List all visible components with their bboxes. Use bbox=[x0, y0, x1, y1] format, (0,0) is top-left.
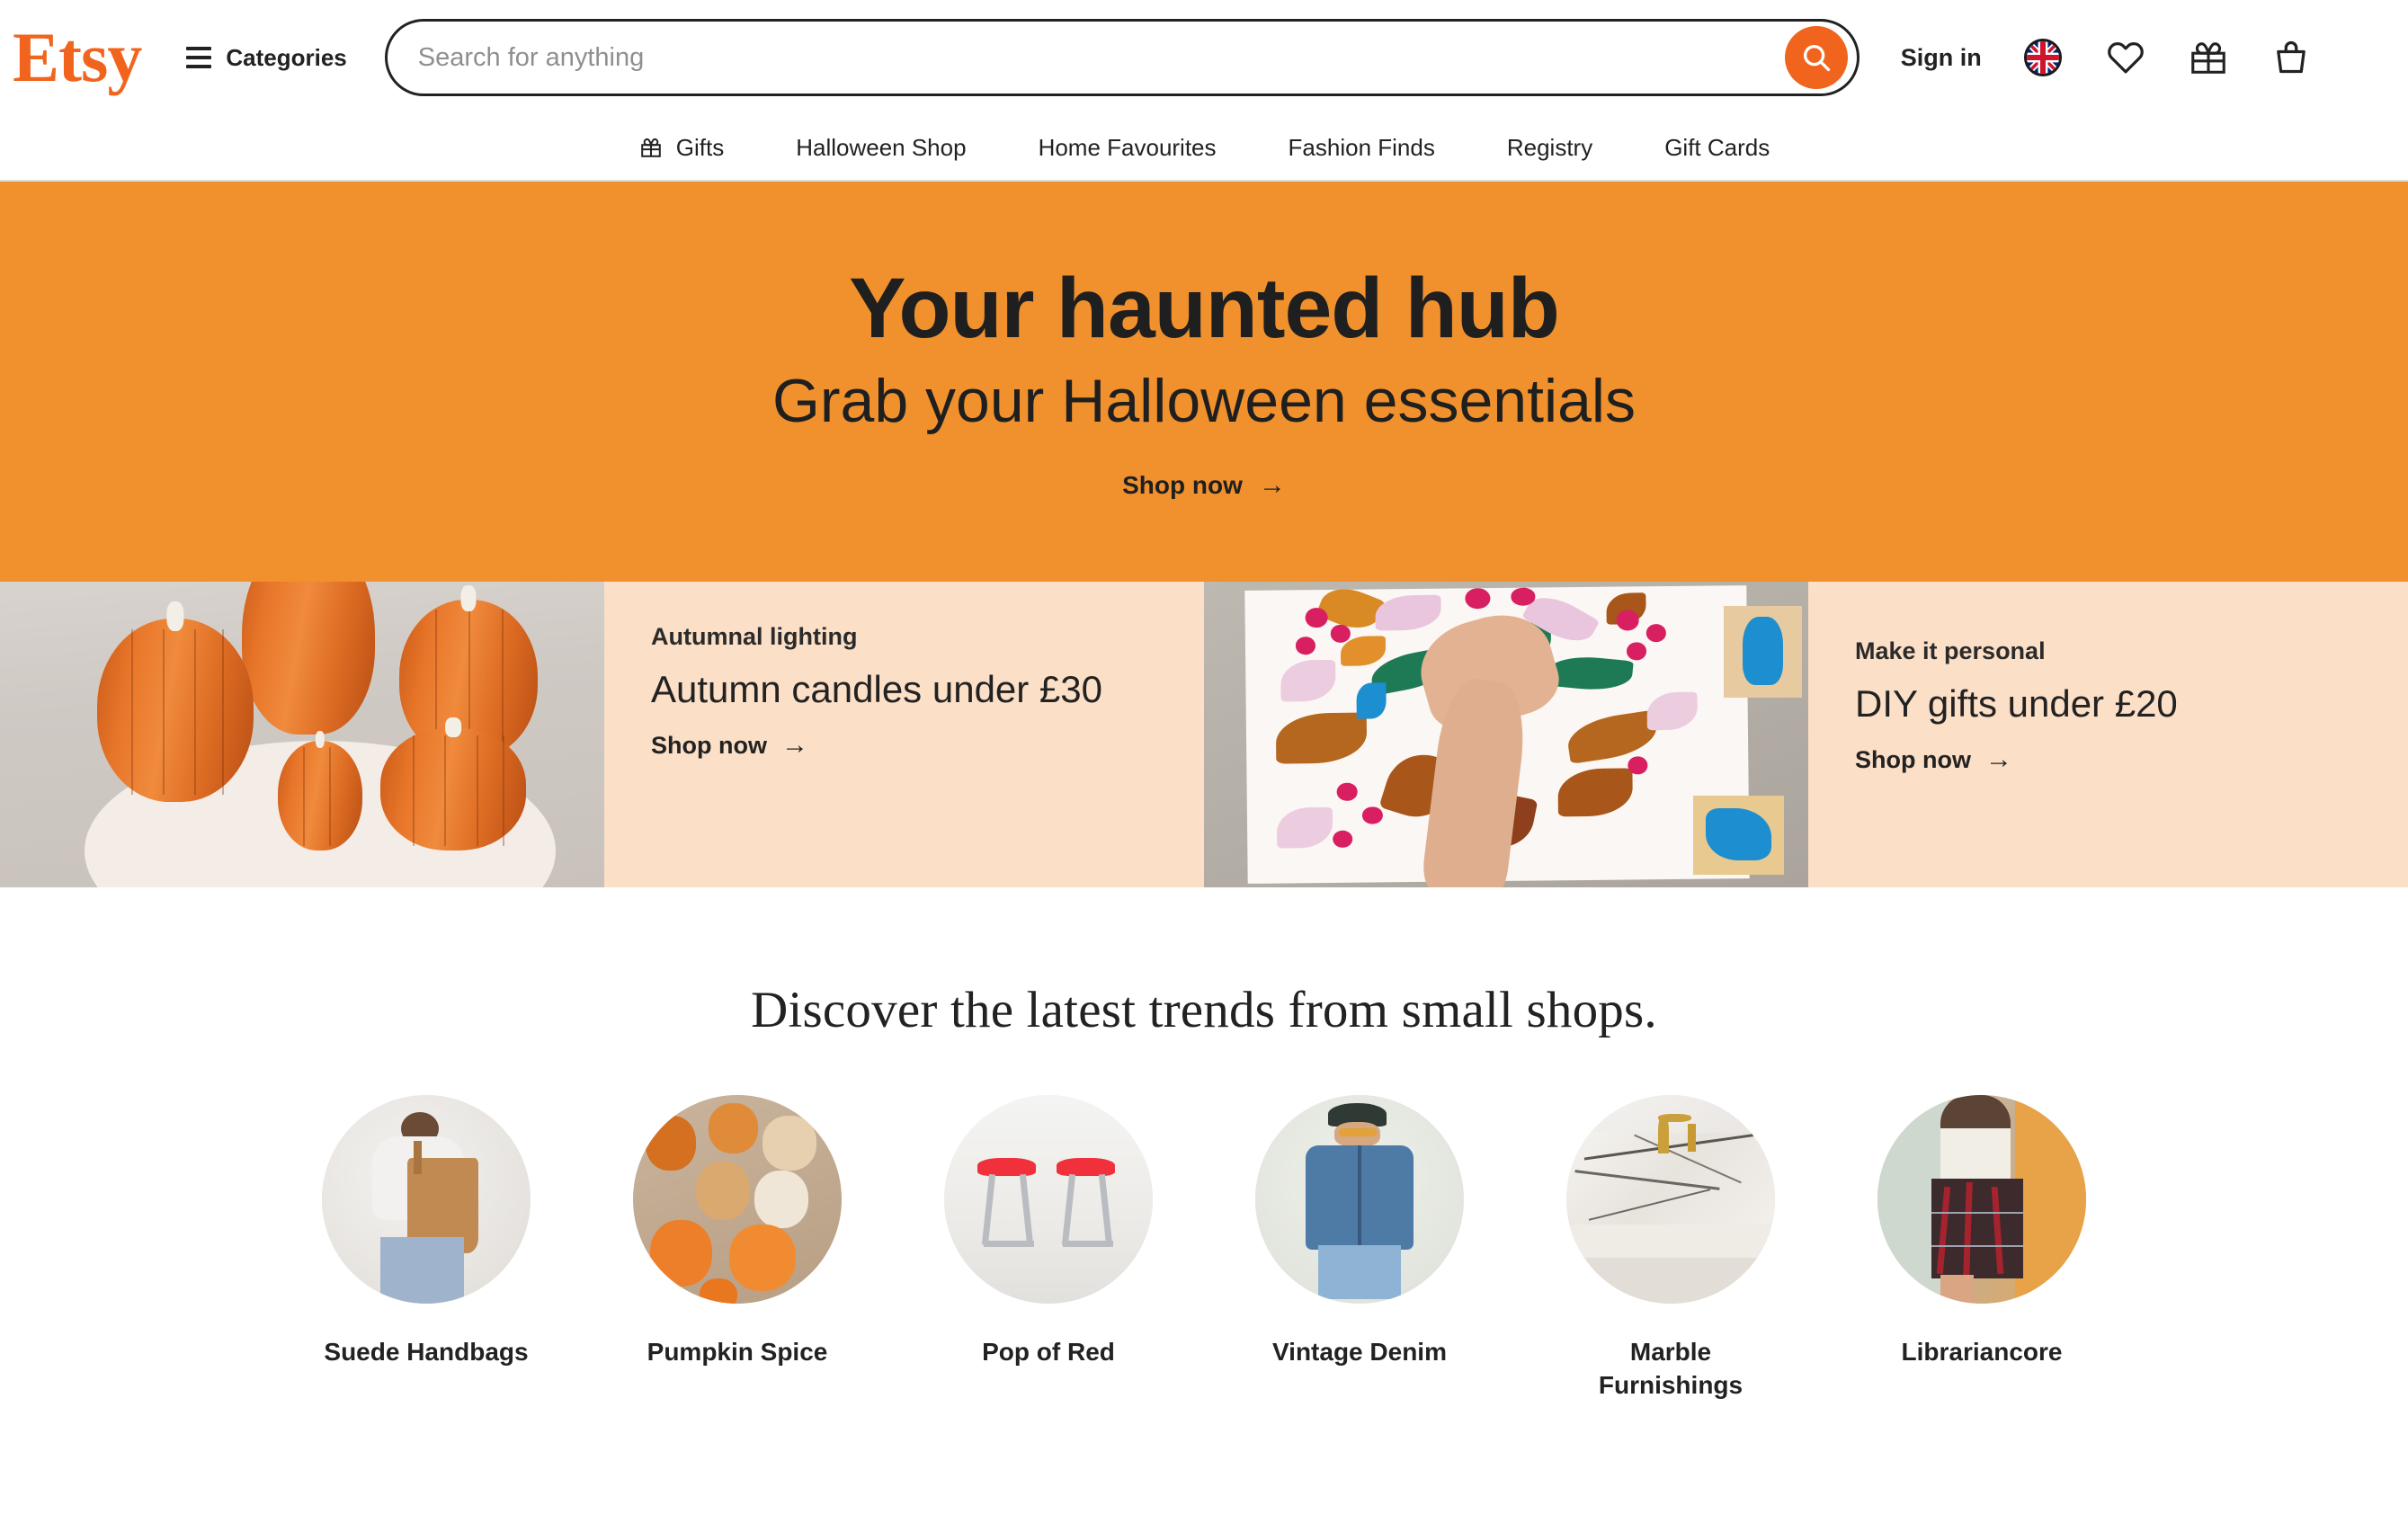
site-header: Etsy Categories Sign in bbox=[0, 0, 2408, 115]
uk-flag-svg bbox=[2026, 41, 2059, 74]
hero-title: Your haunted hub bbox=[849, 261, 1560, 357]
promo-title: Autumn candles under £30 bbox=[651, 668, 1103, 710]
pumpkin-candles-photo bbox=[0, 582, 604, 887]
cart-icon[interactable] bbox=[2270, 36, 2313, 79]
hero-shop-now-button[interactable]: Shop now → bbox=[1122, 471, 1286, 500]
trend-item-pop-of-red[interactable]: Pop of Red bbox=[893, 1095, 1204, 1403]
promo-row: Autumnal lighting Autumn candles under £… bbox=[0, 582, 2408, 887]
trend-item-librariancore[interactable]: Librariancore bbox=[1826, 1095, 2137, 1403]
nav-label: Home Favourites bbox=[1038, 133, 1217, 161]
trend-label: Librariancore bbox=[1901, 1338, 2063, 1366]
primary-nav: Gifts Halloween Shop Home Favourites Fas… bbox=[0, 115, 2408, 182]
shopping-bag-icon bbox=[2276, 40, 2305, 74]
etsy-homepage: Etsy Categories Sign in bbox=[0, 0, 2408, 1514]
arrow-right-icon: → bbox=[1984, 744, 2012, 775]
sign-in-link[interactable]: Sign in bbox=[1901, 44, 1982, 72]
gift-icon bbox=[2190, 42, 2225, 74]
search-icon bbox=[1803, 44, 1830, 72]
nav-item-gift-cards[interactable]: Gift Cards bbox=[1628, 134, 1806, 162]
nav-label: Gift Cards bbox=[1664, 133, 1770, 161]
trend-label: Suede Handbags bbox=[324, 1338, 529, 1366]
promo-image-candles[interactable] bbox=[0, 582, 604, 887]
favourites-heart-icon[interactable] bbox=[2104, 36, 2147, 79]
arrow-right-icon: → bbox=[780, 730, 808, 761]
promo-eyebrow: Make it personal bbox=[1855, 637, 2046, 664]
heart-icon bbox=[2107, 42, 2144, 74]
uk-flag-icon[interactable] bbox=[2021, 36, 2065, 79]
hero-banner[interactable]: Your haunted hub Grab your Halloween ess… bbox=[0, 182, 2408, 582]
trend-label: Vintage Denim bbox=[1272, 1338, 1447, 1366]
gift-mode-icon[interactable] bbox=[2187, 36, 2230, 79]
trend-item-suede-handbags[interactable]: Suede Handbags bbox=[271, 1095, 582, 1403]
gift-icon bbox=[640, 138, 661, 157]
trend-label: Pumpkin Spice bbox=[647, 1338, 828, 1366]
categories-label: Categories bbox=[226, 43, 347, 71]
promo-image-diy[interactable] bbox=[1204, 582, 1808, 887]
trends-heading: Discover the latest trends from small sh… bbox=[751, 982, 1657, 1038]
promo-card-diy[interactable]: Make it personal DIY gifts under £20 Sho… bbox=[1808, 582, 2408, 887]
arrow-right-icon: → bbox=[1258, 469, 1286, 500]
uk-flag-graphic bbox=[2023, 39, 2062, 76]
nav-item-halloween-shop[interactable]: Halloween Shop bbox=[760, 134, 1002, 162]
nav-label: Fashion Finds bbox=[1288, 133, 1435, 161]
nav-item-registry[interactable]: Registry bbox=[1471, 134, 1628, 162]
trend-image bbox=[322, 1095, 531, 1304]
hero-subtitle: Grab your Halloween essentials bbox=[771, 366, 1637, 435]
promo-shop-now-button[interactable]: Shop now → bbox=[651, 732, 1157, 760]
hamburger-icon bbox=[186, 47, 212, 68]
search-button[interactable] bbox=[1784, 26, 1848, 89]
nav-item-fashion-finds[interactable]: Fashion Finds bbox=[1253, 134, 1471, 162]
trend-image bbox=[1566, 1095, 1775, 1304]
nav-item-gifts[interactable]: Gifts bbox=[602, 134, 760, 162]
promo-card-candles[interactable]: Autumnal lighting Autumn candles under £… bbox=[604, 582, 1204, 887]
etsy-logo[interactable]: Etsy bbox=[13, 22, 142, 93]
block-print-textile-photo bbox=[1204, 582, 1808, 887]
promo-title: DIY gifts under £20 bbox=[1855, 682, 2178, 725]
nav-label: Halloween Shop bbox=[796, 133, 967, 161]
promo-cta-label: Shop now bbox=[651, 731, 767, 759]
promo-cta-label: Shop now bbox=[1855, 745, 1971, 773]
promo-shop-now-button[interactable]: Shop now → bbox=[1855, 746, 2361, 774]
trend-label: Marble Furnishings bbox=[1598, 1338, 1744, 1399]
nav-item-home-favourites[interactable]: Home Favourites bbox=[1003, 134, 1253, 162]
header-actions: Sign in bbox=[1901, 36, 2313, 79]
search-input[interactable] bbox=[417, 42, 1785, 73]
trend-image bbox=[1255, 1095, 1464, 1304]
trends-carousel: Suede Handbags Pumpkin Spice Pop of Red … bbox=[0, 1095, 2408, 1403]
search-bar[interactable] bbox=[384, 19, 1860, 96]
promo-eyebrow: Autumnal lighting bbox=[651, 623, 858, 650]
nav-label: Registry bbox=[1506, 133, 1593, 161]
trend-image bbox=[944, 1095, 1153, 1304]
trends-section: Discover the latest trends from small sh… bbox=[0, 887, 2408, 1403]
trend-item-pumpkin-spice[interactable]: Pumpkin Spice bbox=[582, 1095, 893, 1403]
trend-image bbox=[1877, 1095, 2086, 1304]
categories-button[interactable]: Categories bbox=[186, 43, 347, 72]
trend-image bbox=[633, 1095, 842, 1304]
trend-label: Pop of Red bbox=[982, 1338, 1115, 1366]
hero-cta-label: Shop now bbox=[1122, 470, 1243, 499]
trend-item-vintage-denim[interactable]: Vintage Denim bbox=[1204, 1095, 1515, 1403]
trend-item-marble-furnishings[interactable]: Marble Furnishings bbox=[1515, 1095, 1826, 1403]
nav-label: Gifts bbox=[675, 133, 725, 161]
